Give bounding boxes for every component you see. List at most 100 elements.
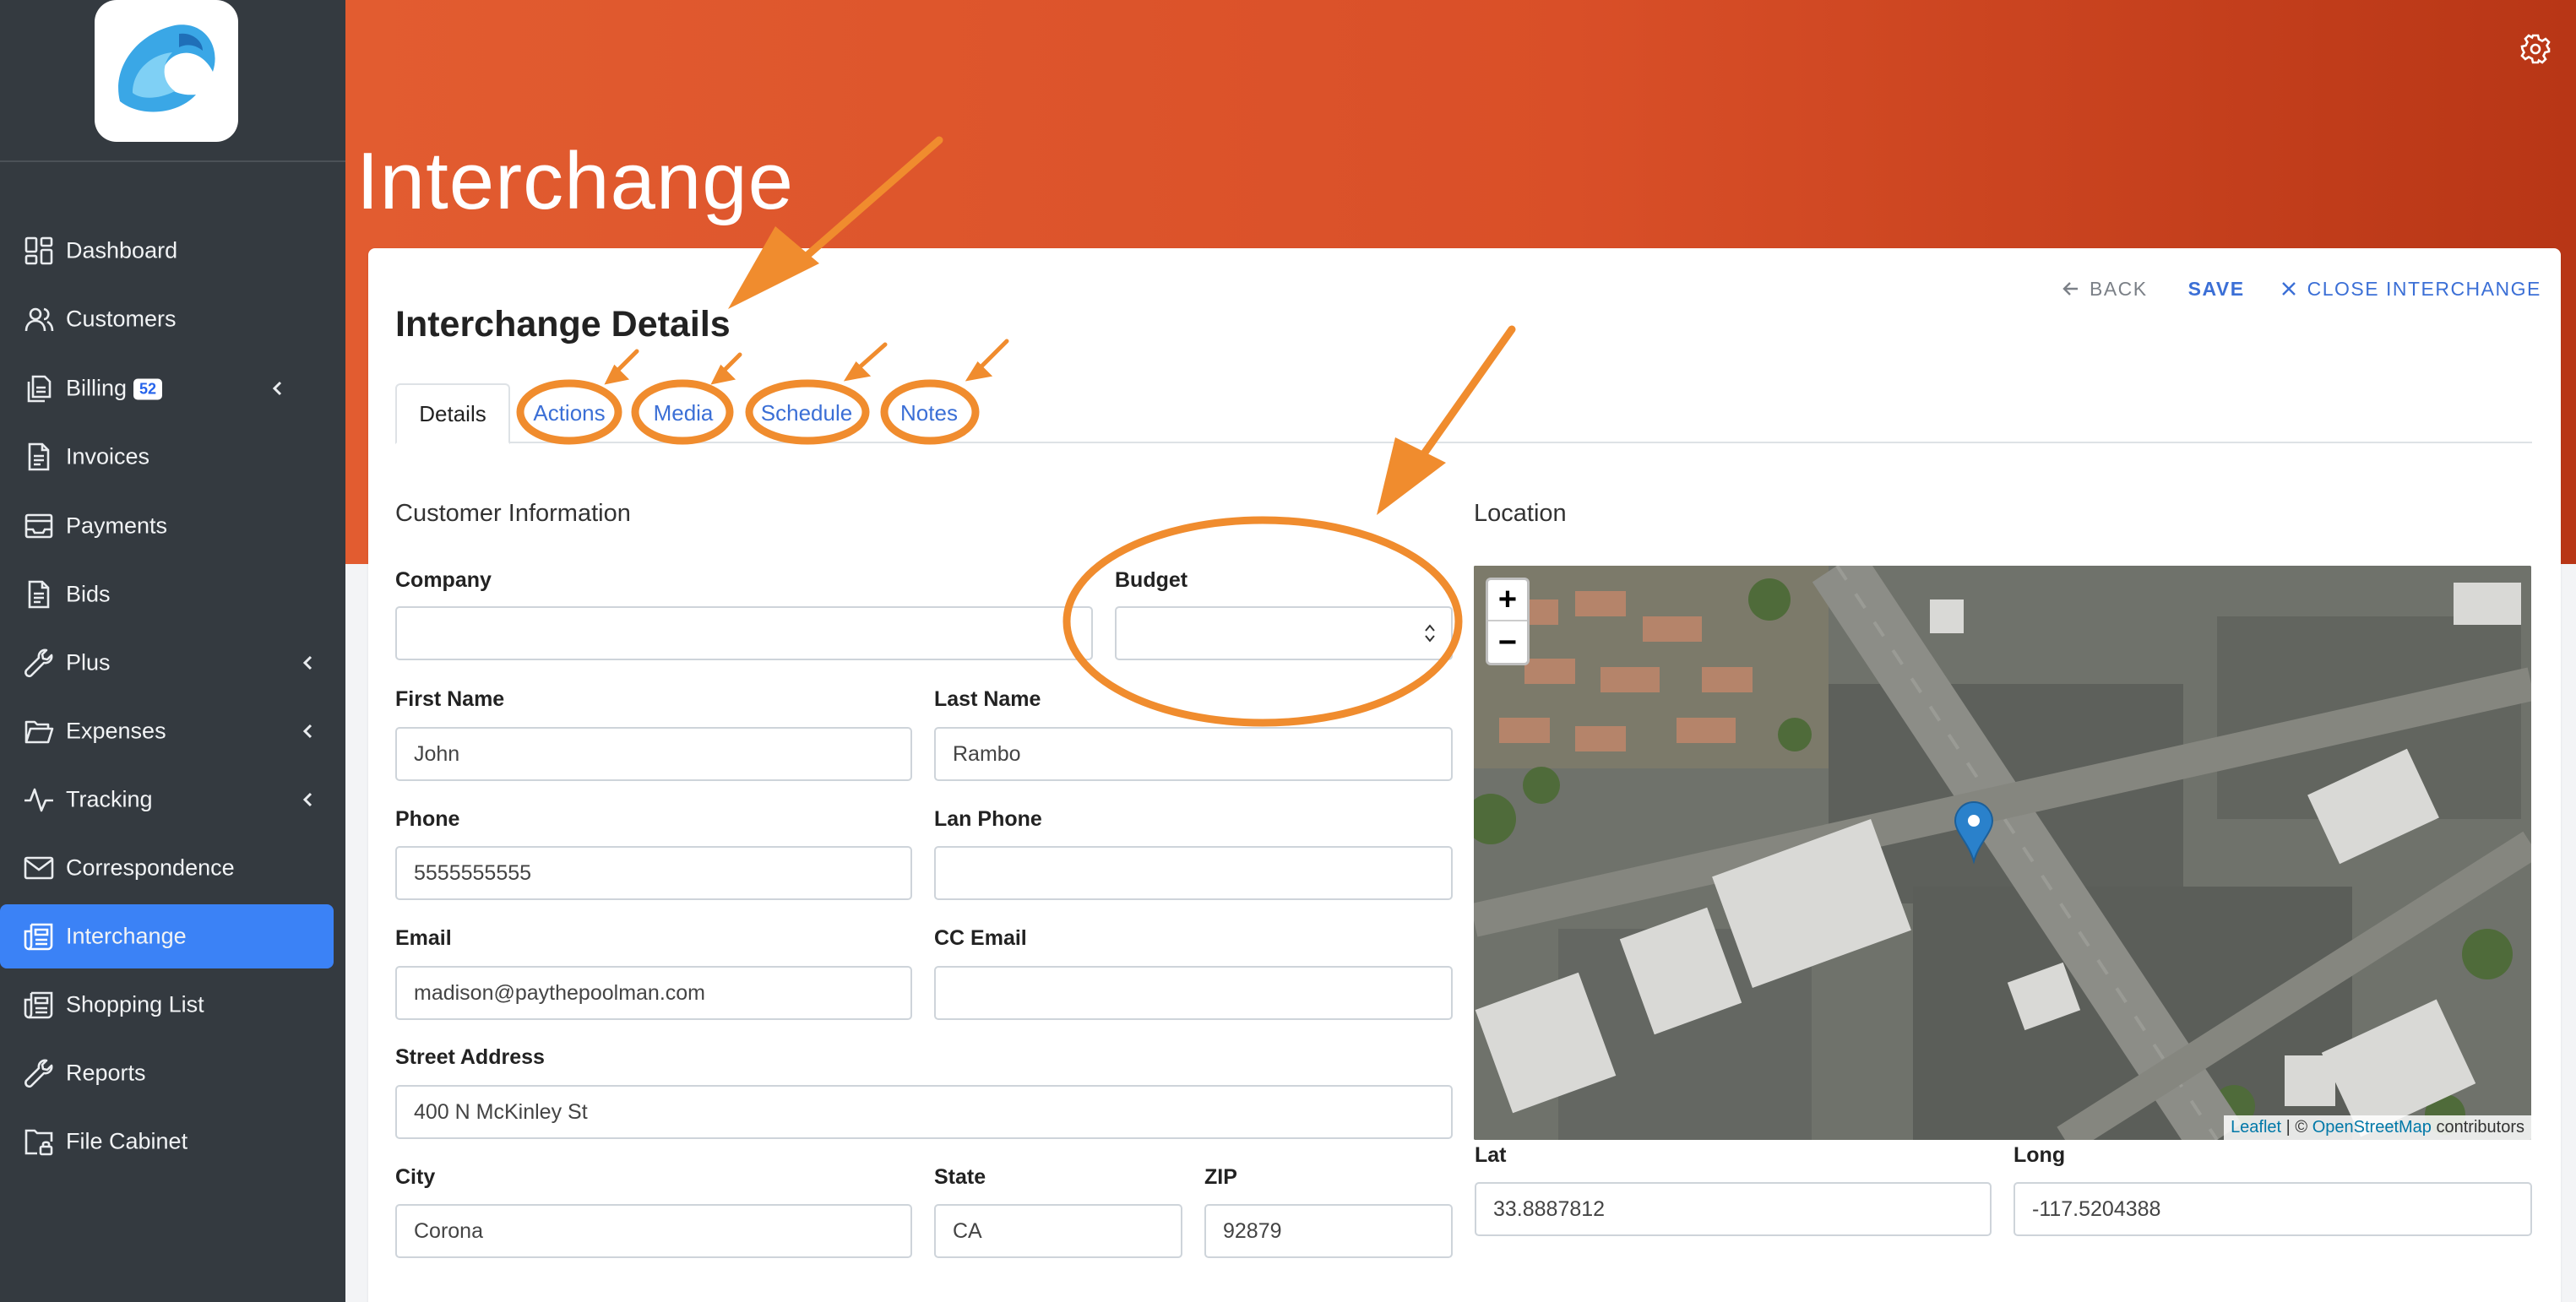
street-address-label: Street Address bbox=[395, 1045, 545, 1069]
lat-input[interactable]: 33.8887812 bbox=[1475, 1182, 1992, 1236]
sidebar-item-label: Reports bbox=[66, 1060, 146, 1086]
sidebar-item-label: Dashboard bbox=[66, 237, 178, 263]
tab-actions[interactable]: Actions bbox=[522, 383, 617, 443]
cc-email-label: CC Email bbox=[934, 926, 1027, 950]
sidebar-item-customers[interactable]: Customers bbox=[0, 287, 334, 351]
chevron-left-icon bbox=[272, 381, 282, 396]
mail-icon bbox=[24, 856, 54, 880]
sidebar-item-plus[interactable]: Plus bbox=[0, 631, 334, 695]
email-label: Email bbox=[395, 926, 452, 950]
sidebar-item-bids[interactable]: Bids bbox=[0, 562, 334, 627]
city-input[interactable]: Corona bbox=[395, 1204, 912, 1258]
newspaper-icon bbox=[24, 991, 53, 1019]
zip-label: ZIP bbox=[1204, 1165, 1237, 1189]
number-spinner-icon[interactable] bbox=[1422, 621, 1437, 646]
newspaper-icon bbox=[24, 923, 53, 951]
location-heading: Location bbox=[1474, 500, 1567, 527]
users-icon bbox=[24, 307, 54, 332]
first-name-label: First Name bbox=[395, 687, 505, 711]
sidebar-item-expenses[interactable]: Expenses bbox=[0, 699, 334, 763]
zoom-control: + − bbox=[1486, 578, 1530, 665]
first-name-input[interactable]: John bbox=[395, 727, 912, 781]
save-button[interactable]: SAVE bbox=[2188, 278, 2245, 301]
sidebar-item-label: Shopping List bbox=[66, 991, 204, 1017]
page-title: Interchange bbox=[356, 136, 795, 226]
long-input[interactable]: -117.5204388 bbox=[2014, 1182, 2532, 1236]
sidebar: Dashboard Customers Billing 52 Invoices P… bbox=[0, 0, 345, 1302]
sidebar-item-label: Customers bbox=[66, 306, 177, 332]
sidebar-item-interchange[interactable]: Interchange bbox=[0, 904, 334, 968]
chevron-left-icon bbox=[302, 655, 312, 670]
inbox-icon bbox=[24, 513, 53, 539]
gear-icon[interactable] bbox=[2519, 32, 2552, 66]
long-label: Long bbox=[2014, 1143, 2066, 1167]
last-name-input[interactable]: Rambo bbox=[934, 727, 1453, 781]
tab-details[interactable]: Details bbox=[395, 383, 510, 444]
sidebar-item-correspondence[interactable]: Correspondence bbox=[0, 836, 334, 900]
document-icon bbox=[28, 580, 50, 609]
phone-input[interactable]: 5555555555 bbox=[395, 846, 912, 900]
sidebar-item-payments[interactable]: Payments bbox=[0, 494, 334, 558]
sidebar-item-tracking[interactable]: Tracking bbox=[0, 768, 334, 832]
lat-label: Lat bbox=[1475, 1143, 1507, 1167]
chevron-left-icon bbox=[302, 724, 312, 739]
tab-notes[interactable]: Notes bbox=[887, 383, 971, 443]
sidebar-item-label: Plus bbox=[66, 649, 111, 675]
sidebar-divider bbox=[0, 160, 345, 162]
folder-lock-icon bbox=[24, 1129, 53, 1156]
customer-information-heading: Customer Information bbox=[395, 500, 631, 527]
state-label: State bbox=[934, 1165, 986, 1189]
close-icon bbox=[2281, 282, 2296, 296]
budget-input[interactable] bbox=[1115, 606, 1453, 660]
card-actions: BACK SAVE CLOSE INTERCHANGE bbox=[2061, 272, 2541, 306]
activity-icon bbox=[24, 788, 53, 812]
sidebar-item-shopping-list[interactable]: Shopping List bbox=[0, 973, 334, 1037]
lan-phone-label: Lan Phone bbox=[934, 807, 1042, 831]
map-attribution: Leaflet | © OpenStreetMap contributors bbox=[2224, 1115, 2531, 1140]
zoom-out-button[interactable]: − bbox=[1488, 622, 1527, 664]
sidebar-item-label: Bids bbox=[66, 581, 111, 607]
close-interchange-button[interactable]: CLOSE INTERCHANGE bbox=[2279, 278, 2541, 301]
sidebar-item-invoices[interactable]: Invoices bbox=[0, 425, 334, 489]
zip-input[interactable]: 92879 bbox=[1204, 1204, 1453, 1258]
company-label: Company bbox=[395, 568, 492, 592]
cc-email-input[interactable] bbox=[934, 966, 1453, 1020]
sidebar-item-dashboard[interactable]: Dashboard bbox=[0, 219, 334, 283]
folder-open-icon bbox=[24, 720, 54, 744]
tab-media[interactable]: Media bbox=[637, 383, 730, 443]
app-logo[interactable] bbox=[95, 0, 238, 142]
sidebar-item-reports[interactable]: Reports bbox=[0, 1041, 334, 1105]
location-map[interactable]: + − Leaflet | © OpenStreetMap contributo… bbox=[1474, 566, 2531, 1140]
billing-icon bbox=[27, 375, 52, 403]
lan-phone-input[interactable] bbox=[934, 846, 1453, 900]
wrench-icon bbox=[24, 648, 53, 678]
tab-schedule[interactable]: Schedule bbox=[752, 383, 861, 443]
sidebar-item-billing[interactable]: Billing 52 bbox=[0, 356, 334, 420]
logo-icon bbox=[118, 24, 215, 112]
close-interchange-label: CLOSE INTERCHANGE bbox=[2307, 277, 2541, 300]
sidebar-item-label: Expenses bbox=[66, 718, 166, 744]
email-input[interactable]: madison@paythepoolman.com bbox=[395, 966, 912, 1020]
document-icon bbox=[28, 442, 50, 471]
last-name-label: Last Name bbox=[934, 687, 1041, 711]
company-input[interactable] bbox=[395, 606, 1093, 660]
leaflet-link[interactable]: Leaflet bbox=[2231, 1118, 2281, 1137]
sidebar-item-label: Tracking bbox=[66, 786, 153, 812]
sidebar-item-label: File Cabinet bbox=[66, 1128, 188, 1154]
phone-label: Phone bbox=[395, 807, 460, 831]
state-input[interactable]: CA bbox=[934, 1204, 1182, 1258]
sidebar-item-label: Billing 52 bbox=[66, 376, 163, 402]
sidebar-item-label: Payments bbox=[66, 513, 168, 539]
openstreetmap-link[interactable]: OpenStreetMap bbox=[2312, 1118, 2432, 1137]
street-address-input[interactable]: 400 N McKinley St bbox=[395, 1085, 1453, 1139]
zoom-in-button[interactable]: + bbox=[1488, 580, 1527, 621]
wrench-icon bbox=[24, 1059, 53, 1088]
satellite-map-image bbox=[1474, 566, 2531, 1140]
back-label: BACK bbox=[2090, 277, 2148, 300]
dashboard-icon bbox=[24, 236, 53, 265]
sidebar-item-label: Invoices bbox=[66, 443, 150, 469]
sidebar-item-file-cabinet[interactable]: File Cabinet bbox=[0, 1109, 334, 1174]
arrow-left-icon bbox=[2062, 282, 2078, 296]
back-button[interactable]: BACK bbox=[2061, 278, 2148, 301]
sidebar-item-label: Interchange bbox=[66, 923, 187, 949]
